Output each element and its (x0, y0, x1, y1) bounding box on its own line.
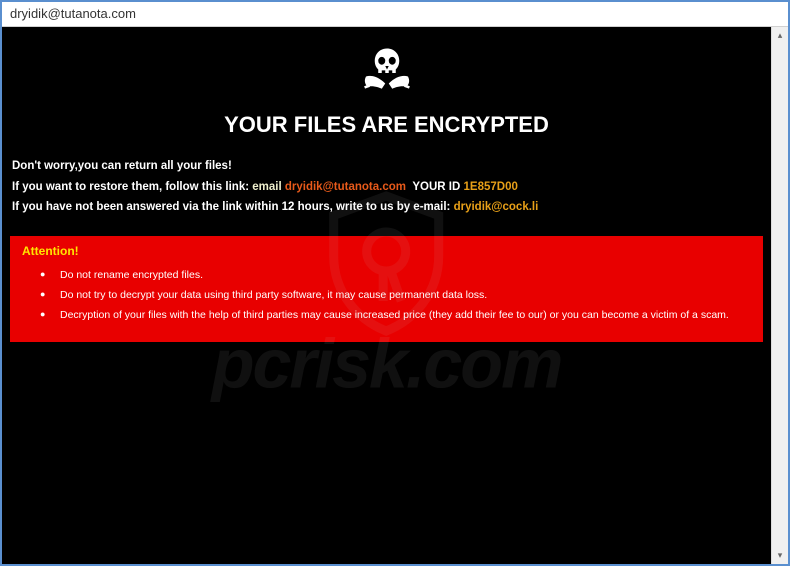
scroll-up-icon[interactable]: ▴ (772, 27, 788, 44)
attention-box: Attention! Do not rename encrypted files… (10, 236, 763, 342)
info-secondary-email: dryidik@cock.li (454, 201, 539, 213)
info-line-2-prefix: If you want to restore them, follow this… (12, 181, 249, 193)
attention-list: Do not rename encrypted files. Do not tr… (22, 266, 751, 326)
info-user-id: 1E857D00 (464, 181, 518, 193)
info-line-3-prefix: If you have not been answered via the li… (12, 201, 450, 213)
vertical-scrollbar[interactable]: ▴ ▾ (771, 27, 788, 564)
attention-item: Decryption of your files with the help o… (46, 306, 751, 326)
info-line-3: If you have not been answered via the li… (12, 197, 761, 218)
info-primary-email: dryidik@tutanota.com (285, 181, 406, 193)
window-titlebar: dryidik@tutanota.com (2, 2, 788, 27)
scroll-down-icon[interactable]: ▾ (772, 547, 788, 564)
header-icon-wrap (2, 27, 771, 106)
attention-item: Do not rename encrypted files. (46, 266, 751, 286)
attention-title: Attention! (22, 244, 751, 258)
window-frame: dryidik@tutanota.com pcrisk.com (0, 0, 790, 566)
main-title: YOUR FILES ARE ENCRYPTED (2, 112, 771, 138)
attention-item: Do not try to decrypt your data using th… (46, 286, 751, 306)
info-line-1: Don't worry,you can return all your file… (12, 156, 761, 177)
info-yourid-label: YOUR ID (412, 181, 460, 193)
ransom-note-body: pcrisk.com YOUR FILES ARE E (2, 27, 771, 564)
content-wrap: pcrisk.com YOUR FILES ARE E (2, 27, 788, 564)
skull-swords-icon (359, 88, 415, 105)
info-block: Don't worry,you can return all your file… (2, 138, 771, 230)
window-title: dryidik@tutanota.com (10, 6, 136, 21)
info-email-label: email (252, 181, 281, 193)
info-line-2: If you want to restore them, follow this… (12, 177, 761, 198)
